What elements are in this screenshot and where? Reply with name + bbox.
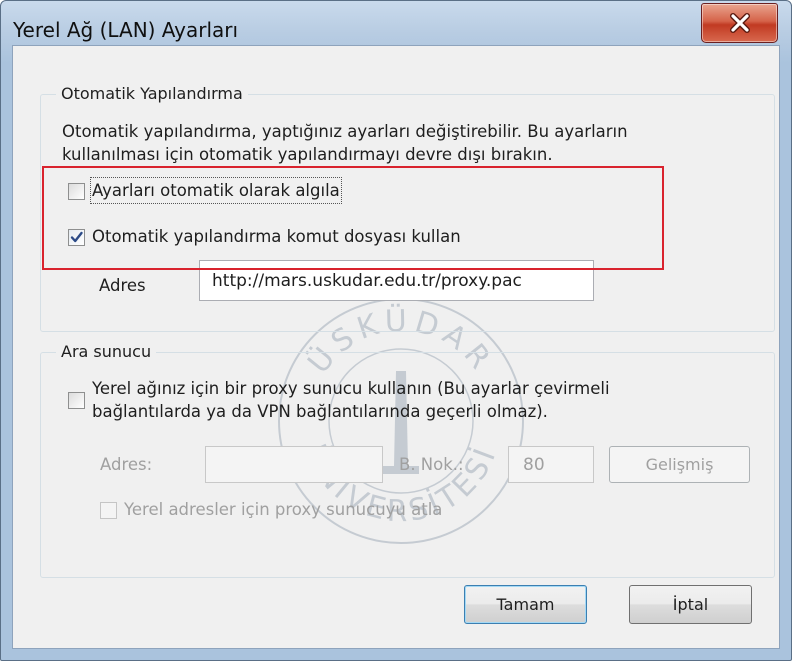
close-button[interactable] [701,3,778,43]
auto-config-script-checkbox[interactable] [68,229,85,246]
window-title: Yerel Ağ (LAN) Ayarları [13,18,239,42]
checkmark-icon [70,231,83,243]
advanced-button[interactable]: Gelişmiş [609,446,750,483]
auto-config-script-label[interactable]: Otomatik yapılandırma komut dosyası kull… [92,225,461,248]
use-proxy-label-2[interactable]: bağlantılarda ya da VPN bağlantılarında … [92,400,548,423]
use-proxy-label-1[interactable]: Yerel ağınız için bir proxy sunucu kulla… [92,377,610,400]
proxy-port-input[interactable]: 80 [508,446,594,483]
dialog-body: ÜSKÜDAR ÜNİVERSİTESİ Otomatik Yapılandır… [12,45,780,649]
auto-config-description-2: kullanılması için otomatik yapılandırmay… [62,145,553,164]
auto-detect-label[interactable]: Ayarları otomatik olarak algıla [90,177,342,204]
auto-detect-checkbox[interactable] [68,183,85,200]
lan-settings-dialog: Yerel Ağ (LAN) Ayarları ÜSKÜDAR ÜNİVERSİ… [0,0,792,661]
script-address-label: Adres [99,276,146,295]
proxy-port-label: B. Nok.: [399,455,464,474]
auto-config-legend: Otomatik Yapılandırma [56,84,248,103]
proxy-legend: Ara sunucu [56,342,157,361]
proxy-address-input[interactable] [205,446,383,483]
script-address-input[interactable]: http://mars.uskudar.edu.tr/proxy.pac [199,260,594,301]
auto-config-description-1: Otomatik yapılandırma, yaptığınız ayarla… [62,122,628,141]
proxy-address-label: Adres: [100,455,153,474]
ok-button[interactable]: Tamam [464,585,587,624]
bypass-local-label[interactable]: Yerel adresler için proxy sunucuyu atla [124,498,442,521]
cancel-button[interactable]: İptal [629,585,752,624]
bypass-local-checkbox[interactable] [100,502,117,519]
close-icon [729,13,750,33]
use-proxy-checkbox[interactable] [68,392,85,409]
